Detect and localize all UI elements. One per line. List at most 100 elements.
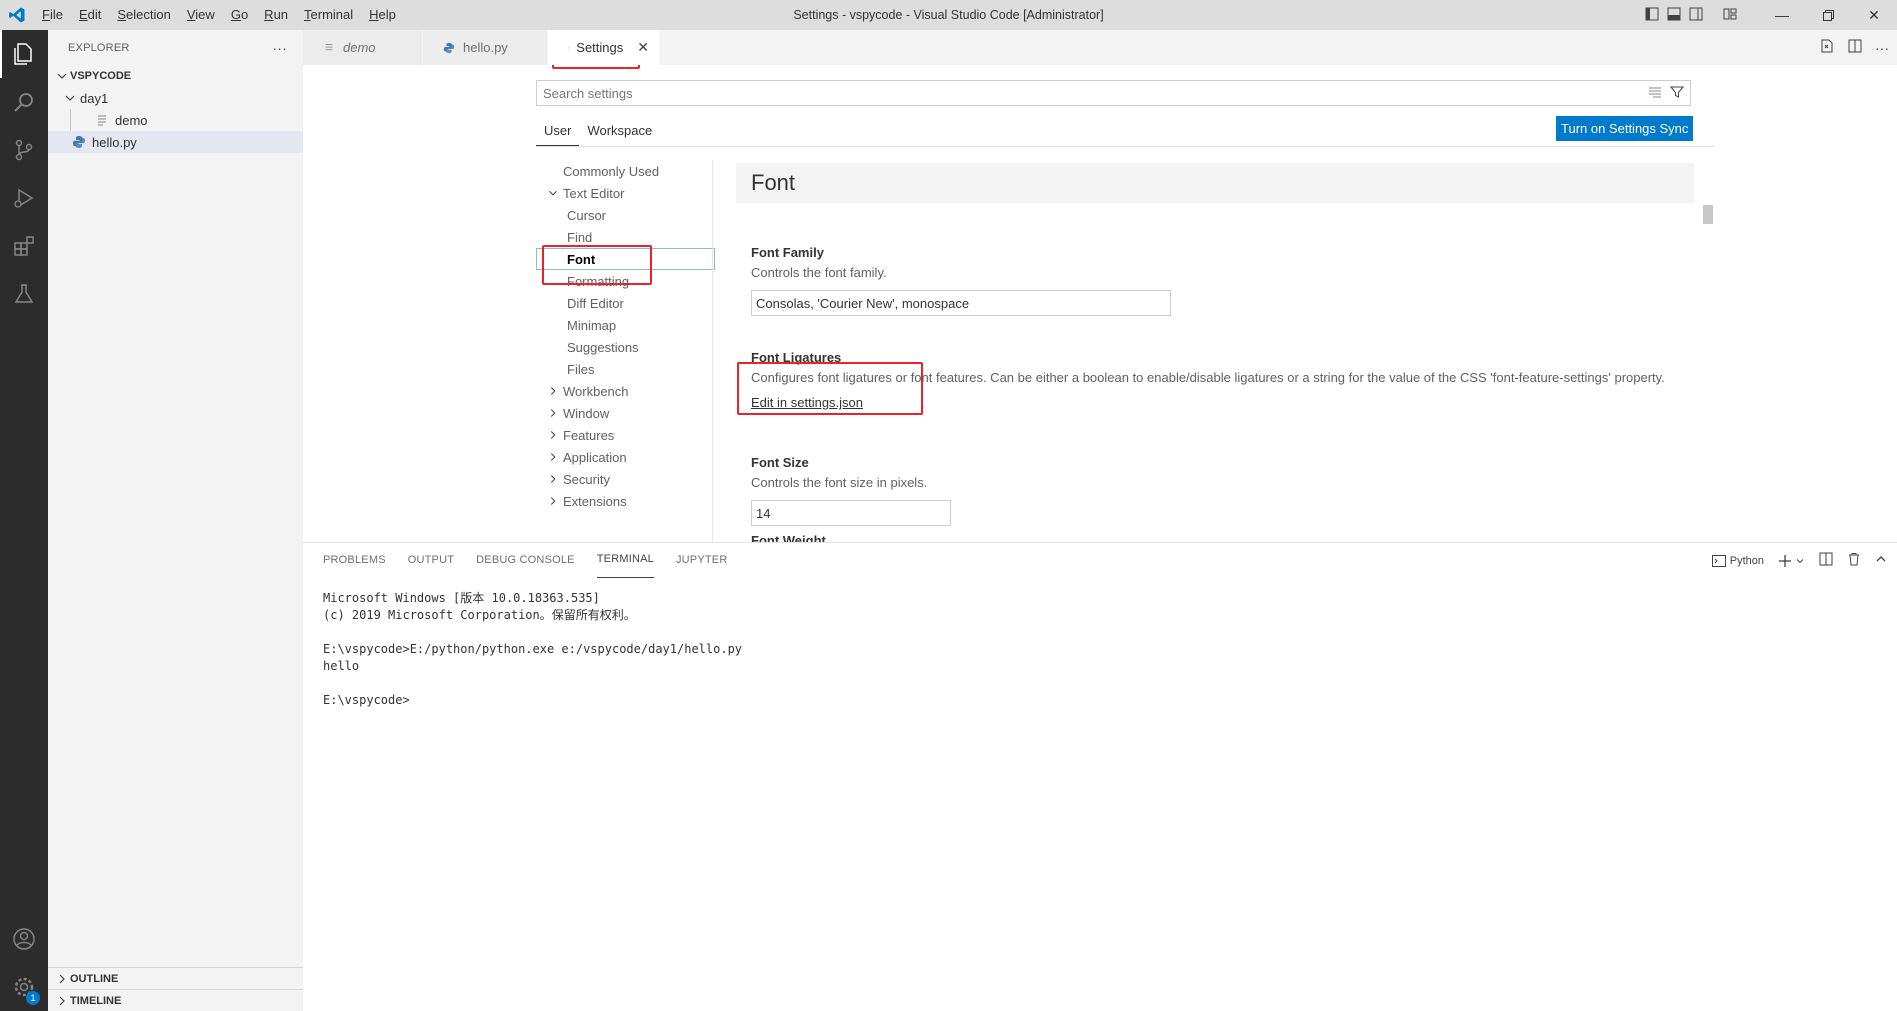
menu-file[interactable]: File: [34, 0, 71, 30]
setting-font-weight-label: Font Weight: [751, 533, 826, 542]
toc-item-label: Application: [563, 449, 627, 465]
toc-item-diff-editor[interactable]: Diff Editor: [536, 292, 713, 314]
menu-terminal[interactable]: Terminal: [296, 0, 361, 30]
clear-filter-icon[interactable]: [1648, 85, 1662, 102]
workspace-folder[interactable]: VSPYCODE: [48, 65, 303, 87]
toc-item-features[interactable]: Features: [536, 424, 713, 446]
toc-item-commonly-used[interactable]: Commonly Used: [536, 160, 713, 182]
toggle-panel-icon[interactable]: [1667, 7, 1681, 24]
kill-terminal-icon[interactable]: [1847, 552, 1861, 569]
testing-icon[interactable]: [0, 270, 48, 318]
split-terminal-icon[interactable]: [1819, 552, 1833, 569]
folder-day1[interactable]: day1: [48, 87, 303, 109]
menu-go[interactable]: Go: [223, 0, 256, 30]
toc-item-minimap[interactable]: Minimap: [536, 314, 713, 336]
filter-icon[interactable]: [1669, 85, 1685, 102]
open-settings-json-icon[interactable]: [1819, 38, 1835, 57]
settings-scrollbar[interactable]: [1703, 205, 1713, 224]
vscode-logo-icon[interactable]: [0, 0, 34, 30]
font-size-input[interactable]: [751, 500, 951, 526]
toc-item-cursor[interactable]: Cursor: [536, 204, 713, 226]
toc-item-text-editor[interactable]: Text Editor: [536, 182, 713, 204]
toggle-secondary-sidebar-icon[interactable]: [1689, 7, 1703, 24]
toc-item-workbench[interactable]: Workbench: [536, 380, 713, 402]
settings-search-input[interactable]: [543, 85, 1648, 101]
toggle-primary-sidebar-icon[interactable]: [1645, 7, 1659, 24]
file-demo-label: demo: [115, 112, 148, 128]
file-icon: [325, 43, 333, 50]
menu-selection[interactable]: Selection: [109, 0, 178, 30]
more-actions-icon[interactable]: ···: [272, 40, 287, 56]
chevron-down-icon[interactable]: [1795, 556, 1805, 566]
tab-terminal[interactable]: TERMINAL: [596, 543, 654, 578]
toc-item-label: Extensions: [563, 493, 627, 509]
restore-icon[interactable]: [1805, 0, 1851, 30]
file-demo[interactable]: demo: [70, 109, 303, 131]
toc-item-application[interactable]: Application: [536, 446, 713, 468]
terminal-icon: [1711, 554, 1726, 567]
terminal-selector[interactable]: Python: [1711, 554, 1764, 567]
file-hello-py[interactable]: hello.py: [48, 131, 303, 153]
terminal-line: Microsoft Windows [版本 10.0.18363.535]: [323, 591, 600, 605]
settings-file-icon: [568, 46, 570, 48]
terminal-output[interactable]: Microsoft Windows [版本 10.0.18363.535] (c)…: [323, 590, 742, 709]
tab-problems[interactable]: PROBLEMS: [323, 543, 386, 578]
tab-jupyter[interactable]: JUPYTER: [676, 543, 728, 578]
toc-item-font[interactable]: Font: [536, 248, 715, 270]
toc-item-label: Find: [567, 229, 593, 245]
minimize-icon[interactable]: —: [1759, 0, 1805, 30]
account-icon[interactable]: [0, 915, 48, 963]
menu-view[interactable]: View: [179, 0, 223, 30]
settings-editor: User Workspace Turn on Settings Sync Com…: [303, 65, 1897, 542]
toc-item-window[interactable]: Window: [536, 402, 713, 424]
font-family-input[interactable]: [751, 290, 1171, 316]
split-editor-icon[interactable]: [1847, 38, 1863, 57]
maximize-panel-icon[interactable]: [1875, 553, 1887, 568]
new-terminal-icon[interactable]: [1778, 554, 1805, 568]
toc-item-extensions[interactable]: Extensions: [536, 490, 713, 512]
chevron-down-icon: [57, 73, 67, 79]
tab-user-settings[interactable]: User: [536, 117, 580, 146]
toc-item-formatting[interactable]: Formatting: [536, 270, 713, 292]
menu-mnemonic: E: [78, 7, 88, 22]
menu-label: iew: [195, 7, 215, 22]
menu-edit[interactable]: Edit: [71, 0, 109, 30]
run-debug-icon[interactable]: [0, 174, 48, 222]
tab-hello-py[interactable]: hello.py: [423, 30, 548, 65]
outline-section[interactable]: OUTLINE: [48, 967, 303, 989]
tab-demo[interactable]: demo: [303, 30, 423, 65]
menu-label: un: [273, 7, 289, 22]
toc-item-label: Suggestions: [567, 339, 639, 355]
close-tab-icon[interactable]: ✕: [637, 39, 649, 56]
menu-mnemonic: S: [117, 7, 127, 22]
menu-help[interactable]: Help: [361, 0, 404, 30]
explorer-icon[interactable]: [0, 30, 48, 78]
timeline-section[interactable]: TIMELINE: [48, 989, 303, 1011]
edit-in-settings-json-link[interactable]: Edit in settings.json: [751, 395, 863, 410]
source-control-icon[interactable]: [0, 126, 48, 174]
toc-item-files[interactable]: Files: [536, 358, 713, 380]
close-window-icon[interactable]: ✕: [1851, 0, 1897, 30]
toc-item-label: Text Editor: [563, 185, 625, 201]
extensions-icon[interactable]: [0, 222, 48, 270]
tab-output[interactable]: OUTPUT: [408, 543, 454, 578]
menu-run[interactable]: Run: [256, 0, 296, 30]
tab-debug-console[interactable]: DEBUG CONSOLE: [476, 543, 575, 578]
more-actions-icon[interactable]: ···: [1875, 40, 1889, 56]
menu-mnemonic: F: [42, 7, 50, 22]
search-icon[interactable]: [0, 78, 48, 126]
terminal-line: E:\vspycode>E:/python/python.exe e:/vspy…: [323, 642, 743, 656]
terminal-line: E:\vspycode>: [323, 693, 410, 707]
toc-item-security[interactable]: Security: [536, 468, 713, 490]
toc-item-find[interactable]: Find: [536, 226, 713, 248]
settings-sync-button[interactable]: Turn on Settings Sync: [1556, 116, 1694, 141]
customize-layout-icon[interactable]: [1723, 7, 1737, 24]
manage-gear-icon[interactable]: 1: [0, 963, 48, 1011]
menu-label: o: [240, 7, 249, 22]
tab-settings[interactable]: Settings ✕: [548, 30, 660, 65]
toc-item-suggestions[interactable]: Suggestions: [536, 336, 713, 358]
setting-font-family-label: Font Family: [751, 245, 824, 260]
terminal-line: (c) 2019 Microsoft Corporation。保留所有权利。: [323, 608, 636, 622]
tab-workspace-settings[interactable]: Workspace: [579, 117, 660, 146]
